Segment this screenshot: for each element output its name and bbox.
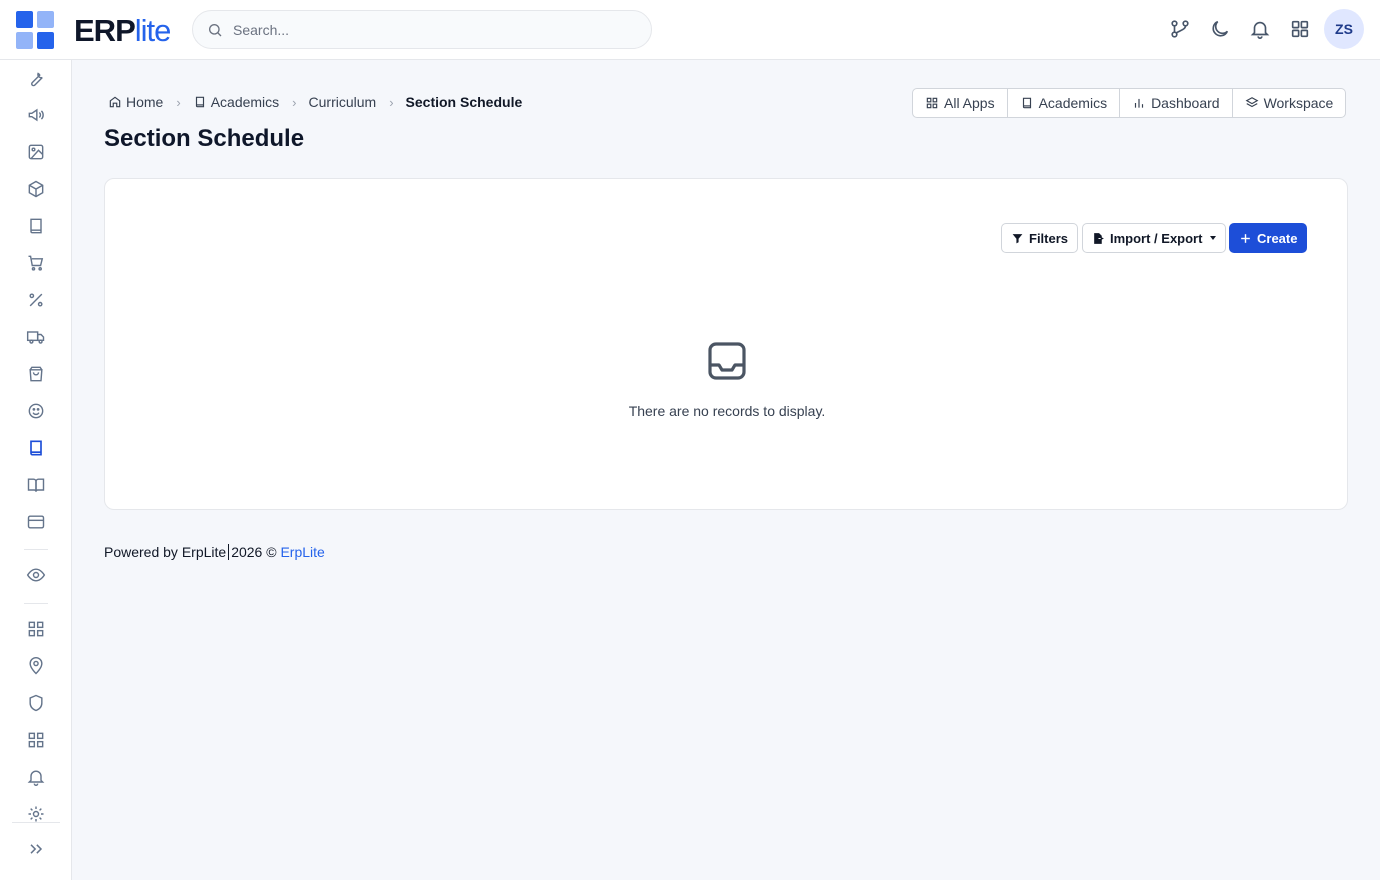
book-icon [195,96,204,108]
bell-icon[interactable] [26,767,46,787]
import-export-label: Import / Export [1110,230,1203,246]
shopping-bag-icon[interactable] [26,364,46,384]
breadcrumb-label: Home [126,94,164,110]
quick-links: All Apps Academics Dashboard Workspace [912,88,1347,118]
caret-down-icon [1210,236,1217,240]
breadcrumb-separator: › [389,94,394,110]
brand-name-part1: ERP [74,13,136,48]
page-title: Section Schedule [104,125,305,152]
empty-state-message: There are no records to display. [628,403,826,419]
inbox-icon [708,342,746,380]
app-logo[interactable] [16,11,54,49]
records-card: Filters Import / Export Create There are… [104,178,1348,510]
grid-icon [926,97,938,109]
grid-icon[interactable] [26,730,46,750]
book-icon[interactable] [26,216,46,236]
quicklink-all-apps[interactable]: All Apps [913,89,1008,117]
quicklink-academics[interactable]: Academics [1008,89,1121,117]
filter-icon [1012,233,1023,243]
bell-icon[interactable] [1249,18,1271,40]
top-bar: ERPlite ZS [0,0,1380,60]
image-icon[interactable] [26,142,46,162]
quicklink-workspace[interactable]: Workspace [1233,89,1346,117]
quicklink-label: Workspace [1263,95,1334,111]
plus-icon [1241,233,1250,243]
footer-divider [228,544,230,560]
git-branch-icon[interactable] [1169,18,1191,40]
wrench-icon[interactable] [26,68,46,88]
breadcrumb-current: Section Schedule [406,94,523,110]
import-export-button[interactable]: Import / Export [1082,223,1227,253]
map-pin-icon[interactable] [26,656,46,676]
breadcrumb-label: Curriculum [308,94,377,110]
quicklink-label: Dashboard [1151,95,1220,111]
credit-card-icon[interactable] [26,512,46,532]
book-icon [1022,97,1031,109]
shield-icon[interactable] [26,693,46,713]
search-icon [209,24,222,37]
create-button[interactable]: Create [1229,223,1308,253]
quicklink-dashboard[interactable]: Dashboard [1120,89,1233,117]
eye-icon[interactable] [26,565,46,585]
breadcrumb-label: Academics [210,94,280,110]
cube-icon[interactable] [26,179,46,199]
layers-icon [1245,97,1259,108]
apps-grid-icon[interactable] [1289,18,1311,40]
sidebar-divider [24,603,48,604]
chevrons-right-icon[interactable] [26,839,46,859]
moon-icon[interactable] [1209,18,1231,40]
breadcrumb-home[interactable]: Home [108,94,163,110]
quicklink-label: All Apps [944,95,995,111]
global-search [192,10,652,49]
footer: Powered by ErpLite 2026 © ErpLite [104,544,325,560]
percent-icon[interactable] [26,290,46,310]
search-input[interactable] [233,19,633,41]
home-icon [109,96,121,108]
file-export-icon [1094,232,1104,244]
create-label: Create [1257,230,1298,246]
brand-name[interactable]: ERPlite [74,13,172,49]
truck-icon[interactable] [26,327,46,347]
bar-chart-icon [1134,98,1144,108]
megaphone-icon[interactable] [26,105,46,125]
quicklink-label: Academics [1038,95,1108,111]
user-avatar[interactable]: ZS [1324,9,1364,49]
sidebar-divider [24,549,48,550]
grid-icon[interactable] [26,619,46,639]
cart-icon[interactable] [26,253,46,273]
brand-name-part2: lite [134,13,172,48]
book-active-icon[interactable] [26,438,46,458]
settings-icon[interactable] [26,804,46,824]
sidebar-divider [12,822,60,823]
breadcrumb-curriculum[interactable]: Curriculum [309,94,377,110]
breadcrumb: Home › Academics › Curriculum › Section … [108,92,522,112]
smile-icon[interactable] [26,401,46,421]
breadcrumb-separator: › [292,94,297,110]
book-open-icon[interactable] [26,475,46,495]
filters-label: Filters [1029,230,1069,246]
sidebar [0,60,72,880]
footer-link[interactable]: ErpLite [280,544,324,560]
breadcrumb-academics[interactable]: Academics [193,94,279,110]
breadcrumb-label: Section Schedule [405,94,523,110]
breadcrumb-separator: › [176,94,181,110]
filters-button[interactable]: Filters [1001,223,1079,253]
footer-year: 2026 © [231,544,277,560]
footer-powered-by: Powered by ErpLite [104,544,227,560]
